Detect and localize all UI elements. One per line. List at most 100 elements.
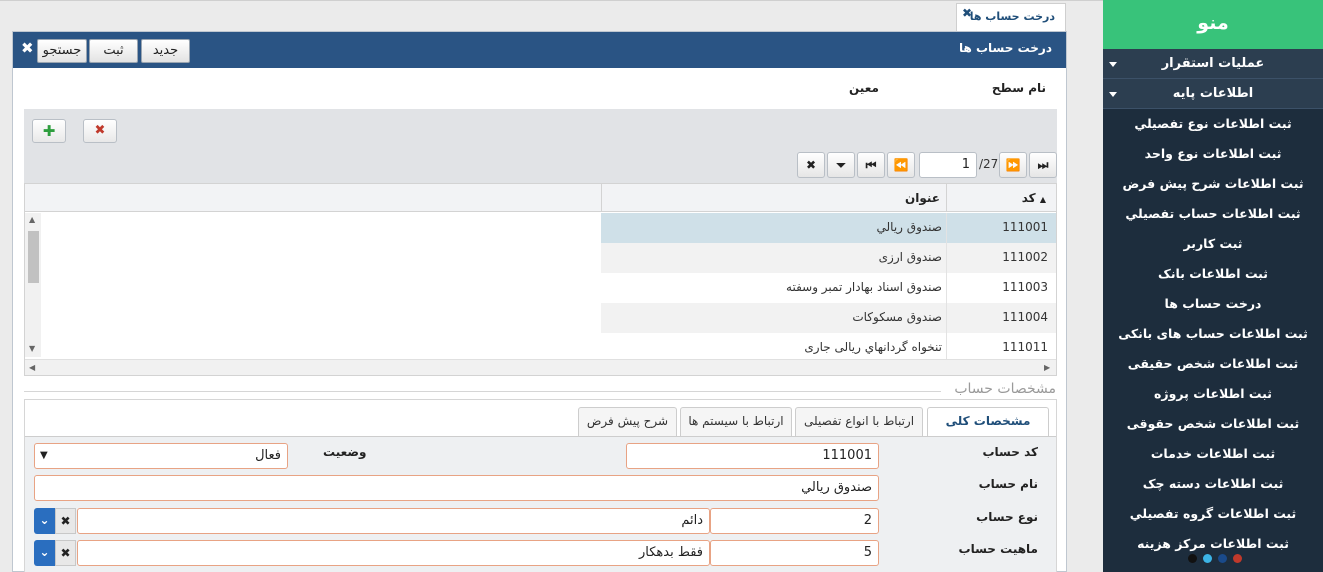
fieldset-border xyxy=(24,391,941,392)
account-type-label: نوع حساب xyxy=(976,510,1038,524)
account-name-label: نام حساب xyxy=(978,477,1038,491)
dot-icon xyxy=(1188,554,1197,563)
general-specs-form: کد حساب 111001 وضعيت فعال ▼ نام حساب صند… xyxy=(25,437,1056,572)
row-code: 111003 xyxy=(1002,280,1048,294)
account-nature-label: ماهيت حساب xyxy=(958,542,1038,556)
grid-toolbar: ✚ ✖ ✖ ⏷ ⏮ ⏪ 1 /27 ⏩ ⏭ xyxy=(24,109,1057,183)
row-code: 111002 xyxy=(1002,250,1048,264)
accounts-grid: کد ▲ عنوان صندوق ريالي 111001 صندوق ارزی… xyxy=(24,183,1057,376)
new-button[interactable]: جديد xyxy=(141,39,190,63)
menu-item[interactable]: ثبت اطلاعات حساب های بانکی xyxy=(1103,319,1323,349)
table-row[interactable]: صندوق ريالي 111001 xyxy=(601,213,1056,243)
row-title: صندوق ارزی xyxy=(878,250,942,264)
menu-item[interactable]: ثبت اطلاعات نوع تفصيلي xyxy=(1103,109,1323,139)
menu-item[interactable]: ثبت اطلاعات بانک xyxy=(1103,259,1323,289)
menu-item[interactable]: ثبت اطلاعات حساب تفصيلي xyxy=(1103,199,1323,229)
account-name-input[interactable]: صندوق ريالي xyxy=(34,475,879,501)
sidebar-menu: منو عمليات استقرار اطلاعات پايه ثبت اطلا… xyxy=(1103,0,1323,572)
column-separator xyxy=(946,184,947,212)
row-code: 111001 xyxy=(1002,220,1048,234)
menu-item[interactable]: ثبت اطلاعات پروژه xyxy=(1103,379,1323,409)
menu-item[interactable]: ثبت اطلاعات گروه تفصيلي xyxy=(1103,499,1323,529)
tab-general-specs[interactable]: مشخصات کلی حساب xyxy=(927,407,1049,455)
cell-separator xyxy=(946,243,947,273)
menu-item[interactable]: ثبت کاربر xyxy=(1103,229,1323,259)
filter-icon[interactable]: ⏷ xyxy=(827,152,855,178)
scroll-right-icon[interactable]: ▶ xyxy=(1044,363,1050,372)
menu-item[interactable]: ثبت اطلاعات شخص حقوقی xyxy=(1103,409,1323,439)
scroll-thumb[interactable] xyxy=(28,231,39,283)
account-code-input[interactable]: 111001 xyxy=(626,443,879,469)
chevron-down-icon[interactable]: ⌄ xyxy=(34,540,55,566)
dropdown-arrow-icon: ▼ xyxy=(40,450,48,461)
menu-item[interactable]: درخت حساب ها xyxy=(1103,289,1323,319)
tab-label: درخت حساب ها xyxy=(969,10,1055,23)
clear-filter-icon[interactable]: ✖ xyxy=(797,152,825,178)
account-type-name-input[interactable]: دائم xyxy=(77,508,710,534)
account-type-code-input[interactable]: 2 xyxy=(710,508,879,534)
cell-separator xyxy=(946,213,947,243)
save-button[interactable]: ثبت xyxy=(89,39,138,63)
first-page-icon[interactable]: ⏮ xyxy=(857,152,885,178)
status-select-value: فعال xyxy=(255,448,281,463)
menu-group-stabilization[interactable]: عمليات استقرار xyxy=(1103,49,1323,79)
last-page-icon[interactable]: ⏭ xyxy=(1029,152,1057,178)
add-icon[interactable]: ✚ xyxy=(32,119,66,143)
table-row[interactable]: صندوق ارزی 111002 xyxy=(601,243,1056,273)
tab-default-description[interactable]: شرح پيش فرض xyxy=(578,407,677,436)
account-nature-name-input[interactable]: فقط بدهکار xyxy=(77,540,710,566)
cell-separator xyxy=(946,273,947,303)
level-name-label: نام سطح xyxy=(991,81,1046,95)
tab-detail-types[interactable]: ارتباط با انواع تفصيلی xyxy=(795,407,923,436)
scroll-down-icon[interactable]: ▼ xyxy=(29,344,35,353)
previous-page-icon[interactable]: ⏪ xyxy=(887,152,915,178)
scroll-up-icon[interactable]: ▲ xyxy=(29,215,35,224)
horizontal-scrollbar[interactable]: ◀ ▶ xyxy=(25,359,1056,375)
dot-icon xyxy=(1218,554,1227,563)
dot-icon xyxy=(1203,554,1212,563)
account-tree-panel: درخت حساب ها جديد ثبت جستجو ✖ نام سطح مع… xyxy=(12,31,1067,572)
menu-group-label: اطلاعات پايه xyxy=(1172,86,1254,101)
caret-down-icon xyxy=(1109,92,1117,97)
tab-systems[interactable]: ارتباط با سيستم ها xyxy=(680,407,792,436)
panel-header: درخت حساب ها جديد ثبت جستجو ✖ xyxy=(13,32,1066,68)
tab-account-tree[interactable]: درخت حساب ها ✖ xyxy=(956,3,1066,32)
row-code: 111011 xyxy=(1002,340,1048,354)
delete-icon[interactable]: ✖ xyxy=(83,119,117,143)
menu-item[interactable]: ثبت اطلاعات نوع واحد xyxy=(1103,139,1323,169)
loading-dots xyxy=(1188,552,1248,566)
menu-item[interactable]: ثبت اطلاعات شخص حقيقی xyxy=(1103,349,1323,379)
close-icon[interactable]: ✖ xyxy=(21,39,34,57)
row-title: صندوق اسناد بهادار تمبر وسفته xyxy=(786,280,942,294)
menu-item[interactable]: ثبت اطلاعات دسته چک xyxy=(1103,469,1323,499)
menu-group-basic-info[interactable]: اطلاعات پايه xyxy=(1103,79,1323,109)
account-specs-legend: مشخصات حساب xyxy=(954,381,1056,397)
vertical-scrollbar[interactable]: ▲ ▼ xyxy=(25,213,41,357)
cell-separator xyxy=(946,303,947,333)
column-header-title[interactable]: عنوان xyxy=(905,191,940,205)
chevron-down-icon[interactable]: ⌄ xyxy=(34,508,55,534)
next-page-icon[interactable]: ⏩ xyxy=(999,152,1027,178)
level-name-value: معين xyxy=(849,81,879,95)
menu-item[interactable]: ثبت اطلاعات شرح پيش فرض xyxy=(1103,169,1323,199)
table-row[interactable]: صندوق اسناد بهادار تمبر وسفته 111003 xyxy=(601,273,1056,303)
clear-icon[interactable]: ✖ xyxy=(55,508,76,534)
page-total: /27 xyxy=(979,157,999,171)
sort-asc-icon: ▲ xyxy=(1039,195,1046,204)
document-tab-strip: درخت حساب ها ✖ xyxy=(0,0,1103,32)
caret-down-icon xyxy=(1109,62,1117,67)
column-header-code-label: کد xyxy=(1021,191,1036,205)
menu-item[interactable]: ثبت اطلاعات خدمات xyxy=(1103,439,1323,469)
close-icon[interactable]: ✖ xyxy=(962,6,972,20)
search-button[interactable]: جستجو xyxy=(37,39,87,63)
column-header-code[interactable]: کد ▲ xyxy=(1022,191,1050,205)
account-nature-code-input[interactable]: 5 xyxy=(710,540,879,566)
column-separator xyxy=(601,184,602,212)
table-row[interactable]: صندوق مسکوکات 111004 xyxy=(601,303,1056,333)
clear-icon[interactable]: ✖ xyxy=(55,540,76,566)
status-select[interactable]: فعال ▼ xyxy=(34,443,288,469)
dot-icon xyxy=(1233,554,1242,563)
page-number-input[interactable]: 1 xyxy=(919,152,977,178)
table-row[interactable]: تنخواه گردانهاي ريالی جاری 111011 xyxy=(601,333,1056,359)
scroll-left-icon[interactable]: ◀ xyxy=(29,363,35,372)
